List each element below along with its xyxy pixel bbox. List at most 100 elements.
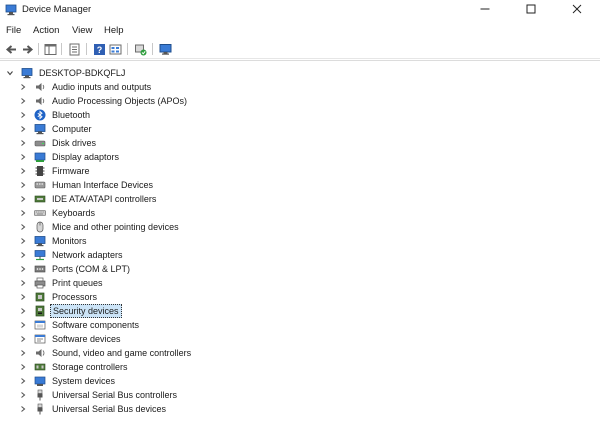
tree-item[interactable]: Storage controllers [18, 360, 130, 374]
printer-icon [34, 277, 46, 289]
help-icon[interactable]: ? [92, 42, 106, 56]
chevron-right-icon[interactable] [18, 320, 28, 330]
close-icon [572, 4, 582, 16]
chevron-down-icon[interactable] [5, 68, 15, 78]
tree-item[interactable]: Sound, video and game controllers [18, 346, 193, 360]
tree-item[interactable]: Print queues [18, 276, 105, 290]
maximize-button[interactable] [508, 0, 554, 20]
chevron-right-icon[interactable] [18, 166, 28, 176]
chevron-right-icon[interactable] [18, 222, 28, 232]
minimize-button[interactable] [462, 0, 508, 20]
tree-item-label: Security devices [50, 304, 122, 318]
chevron-right-icon[interactable] [18, 404, 28, 414]
tree-item-label: Disk drives [52, 138, 97, 148]
minimize-icon [480, 4, 490, 16]
forward-icon[interactable] [20, 42, 34, 56]
tree-item-label: IDE ATA/ATAPI controllers [52, 194, 157, 204]
tree-item[interactable]: Mice and other pointing devices [18, 220, 181, 234]
menu-help[interactable]: Help [104, 25, 124, 36]
chevron-right-icon[interactable] [18, 236, 28, 246]
device-manager-app-icon [5, 4, 17, 16]
chevron-right-icon[interactable] [18, 278, 28, 288]
tree-item[interactable]: Software components [18, 318, 141, 332]
tree-item[interactable]: Computer [18, 122, 94, 136]
chevron-right-icon[interactable] [18, 208, 28, 218]
chevron-right-icon[interactable] [18, 264, 28, 274]
tree-item-label: System devices [52, 376, 116, 386]
tree-item[interactable]: Monitors [18, 234, 89, 248]
tree-item[interactable]: IDE ATA/ATAPI controllers [18, 192, 158, 206]
tree-item[interactable]: Human Interface Devices [18, 178, 155, 192]
chevron-right-icon[interactable] [18, 82, 28, 92]
chevron-right-icon[interactable] [18, 334, 28, 344]
tree-item-label: Network adapters [52, 250, 123, 260]
chevron-right-icon[interactable] [18, 362, 28, 372]
tree-item-label: Mice and other pointing devices [52, 222, 179, 232]
chevron-right-icon[interactable] [18, 180, 28, 190]
tree-item[interactable]: Bluetooth [18, 108, 92, 122]
security-device-icon [34, 305, 46, 317]
properties-icon[interactable] [67, 42, 81, 56]
toolbar-separator [38, 43, 39, 55]
port-icon [34, 263, 46, 275]
tree-item[interactable]: Software devices [18, 332, 123, 346]
tree-root-label: DESKTOP-BDKQFLJ [39, 68, 126, 78]
chevron-right-icon[interactable] [18, 292, 28, 302]
usb-icon [34, 403, 46, 415]
chevron-right-icon[interactable] [18, 390, 28, 400]
tree-item[interactable]: Universal Serial Bus devices [18, 402, 168, 416]
network-adapter-icon [34, 249, 46, 261]
tree-item[interactable]: Security devices [18, 304, 122, 318]
tree-item[interactable]: System devices [18, 374, 117, 388]
tree-item[interactable]: Disk drives [18, 136, 98, 150]
tree-item-label: Universal Serial Bus devices [52, 404, 167, 414]
tree-item-label: Sound, video and game controllers [52, 348, 192, 358]
chevron-right-icon[interactable] [18, 194, 28, 204]
tree-item-label: Audio Processing Objects (APOs) [52, 96, 188, 106]
tree-item-label: Software components [52, 320, 140, 330]
window-title: Device Manager [22, 4, 92, 15]
tree-item[interactable]: Network adapters [18, 248, 125, 262]
chevron-right-icon[interactable] [18, 376, 28, 386]
chevron-right-icon[interactable] [18, 124, 28, 134]
chevron-right-icon[interactable] [18, 306, 28, 316]
tree-item[interactable]: Audio Processing Objects (APOs) [18, 94, 189, 108]
tree-item-label: Bluetooth [52, 110, 91, 120]
tree-item-label: Ports (COM & LPT) [52, 264, 131, 274]
tree-item[interactable]: Display adaptors [18, 150, 121, 164]
toolbar: ? [0, 39, 600, 59]
view-icon[interactable] [108, 42, 122, 56]
chevron-right-icon[interactable] [18, 348, 28, 358]
tree-item-label: Audio inputs and outputs [52, 82, 152, 92]
chevron-right-icon[interactable] [18, 96, 28, 106]
menu-file[interactable]: File [6, 25, 21, 36]
software-component-icon [34, 319, 46, 331]
scan-hardware-icon[interactable] [158, 42, 172, 56]
tree-item[interactable]: Keyboards [18, 206, 97, 220]
tree-item[interactable]: Firmware [18, 164, 92, 178]
chevron-right-icon[interactable] [18, 250, 28, 260]
update-driver-icon[interactable] [133, 42, 147, 56]
tree-item[interactable]: Ports (COM & LPT) [18, 262, 132, 276]
chevron-right-icon[interactable] [18, 152, 28, 162]
speaker-icon [34, 95, 46, 107]
chevron-right-icon[interactable] [18, 138, 28, 148]
title-bar: Device Manager [0, 0, 600, 20]
chevron-right-icon[interactable] [18, 110, 28, 120]
back-icon[interactable] [4, 42, 18, 56]
tree-root-node[interactable]: DESKTOP-BDKQFLJ [5, 66, 127, 80]
sound-icon [34, 347, 46, 359]
toolbar-separator [86, 43, 87, 55]
tree-item[interactable]: Universal Serial Bus controllers [18, 388, 179, 402]
menu-action[interactable]: Action [33, 25, 59, 36]
tree-item-label: Display adaptors [52, 152, 120, 162]
tree-item[interactable]: Processors [18, 290, 99, 304]
show-hide-console-tree-icon[interactable] [43, 42, 57, 56]
close-button[interactable] [554, 0, 600, 20]
menu-view[interactable]: View [72, 25, 92, 36]
toolbar-separator [152, 43, 153, 55]
toolbar-separator [61, 43, 62, 55]
speaker-icon [34, 81, 46, 93]
computer-icon [34, 123, 46, 135]
tree-item[interactable]: Audio inputs and outputs [18, 80, 153, 94]
